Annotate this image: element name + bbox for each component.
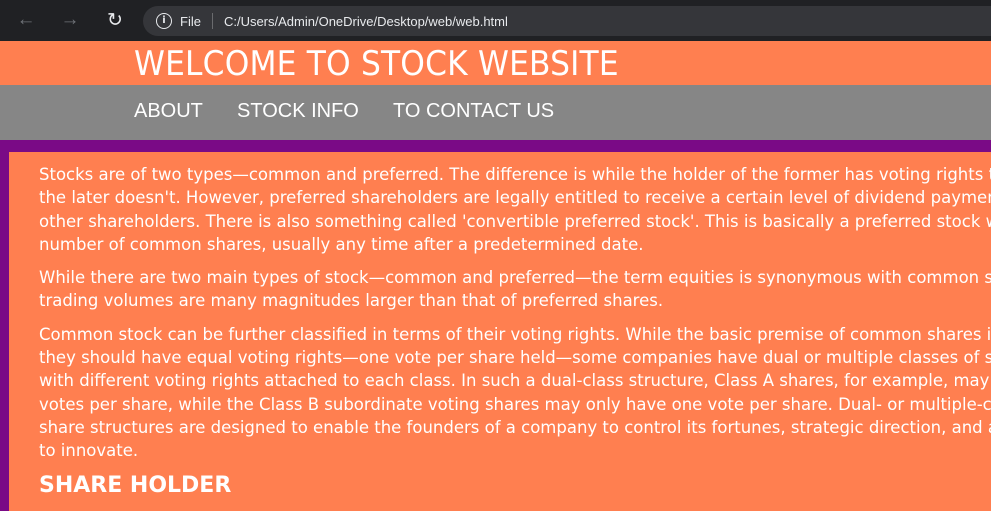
- paragraph-line: Common stock can be further classified i…: [39, 324, 991, 344]
- browser-toolbar: ← → ↻ i File C:/Users/Admin/OneDrive/Des…: [0, 0, 991, 41]
- paragraph-line: votes per share, while the Class B subor…: [39, 394, 991, 414]
- back-icon[interactable]: ←: [14, 8, 38, 32]
- site-header: WELCOME TO STOCK WEBSITE: [0, 41, 991, 85]
- nav-stock-info-link[interactable]: STOCK INFO: [237, 100, 359, 123]
- paragraph-voting-rights: Common stock can be further classified i…: [39, 323, 991, 463]
- paragraph-line: with different voting rights attached to…: [39, 371, 991, 391]
- paragraph-line: to innovate.: [39, 441, 139, 461]
- main-nav: ABOUT STOCK INFO TO CONTACT US: [0, 85, 991, 140]
- paragraph-line: they should have equal voting rights—one…: [39, 348, 991, 368]
- nav-contact-link[interactable]: TO CONTACT US: [393, 100, 554, 123]
- paragraph-line: the later doesn't. However, preferred sh…: [39, 188, 991, 208]
- paragraph-equities: While there are two main types of stock—…: [39, 266, 991, 313]
- paragraph-line: Stocks are of two types—common and prefe…: [39, 165, 991, 184]
- paragraph-line: share structures are designed to enable …: [39, 417, 991, 437]
- address-bar[interactable]: i File C:/Users/Admin/OneDrive/Desktop/w…: [143, 6, 991, 36]
- address-divider: [211, 13, 213, 29]
- url-scheme: File: [180, 13, 201, 29]
- paragraph-stock-types: Stocks are of two types—common and prefe…: [39, 163, 991, 256]
- nav-about-link[interactable]: ABOUT: [134, 100, 203, 123]
- forward-icon[interactable]: →: [58, 8, 82, 32]
- paragraph-line: While there are two main types of stock—…: [39, 268, 991, 288]
- section-heading-share-holder: SHARE HOLDER: [39, 472, 232, 498]
- paragraph-line: other shareholders. There is also someth…: [39, 211, 991, 231]
- reload-icon[interactable]: ↻: [103, 8, 127, 32]
- main-content: Stocks are of two types—common and prefe…: [9, 152, 991, 511]
- url-text[interactable]: C:/Users/Admin/OneDrive/Desktop/web/web.…: [224, 14, 508, 29]
- paragraph-line: number of common shares, usually any tim…: [39, 234, 644, 254]
- info-icon[interactable]: i: [156, 13, 172, 29]
- page-background-band: [0, 140, 991, 152]
- paragraph-line: trading volumes are many magnitudes larg…: [39, 291, 664, 311]
- page-title: WELCOME TO STOCK WEBSITE: [134, 44, 619, 84]
